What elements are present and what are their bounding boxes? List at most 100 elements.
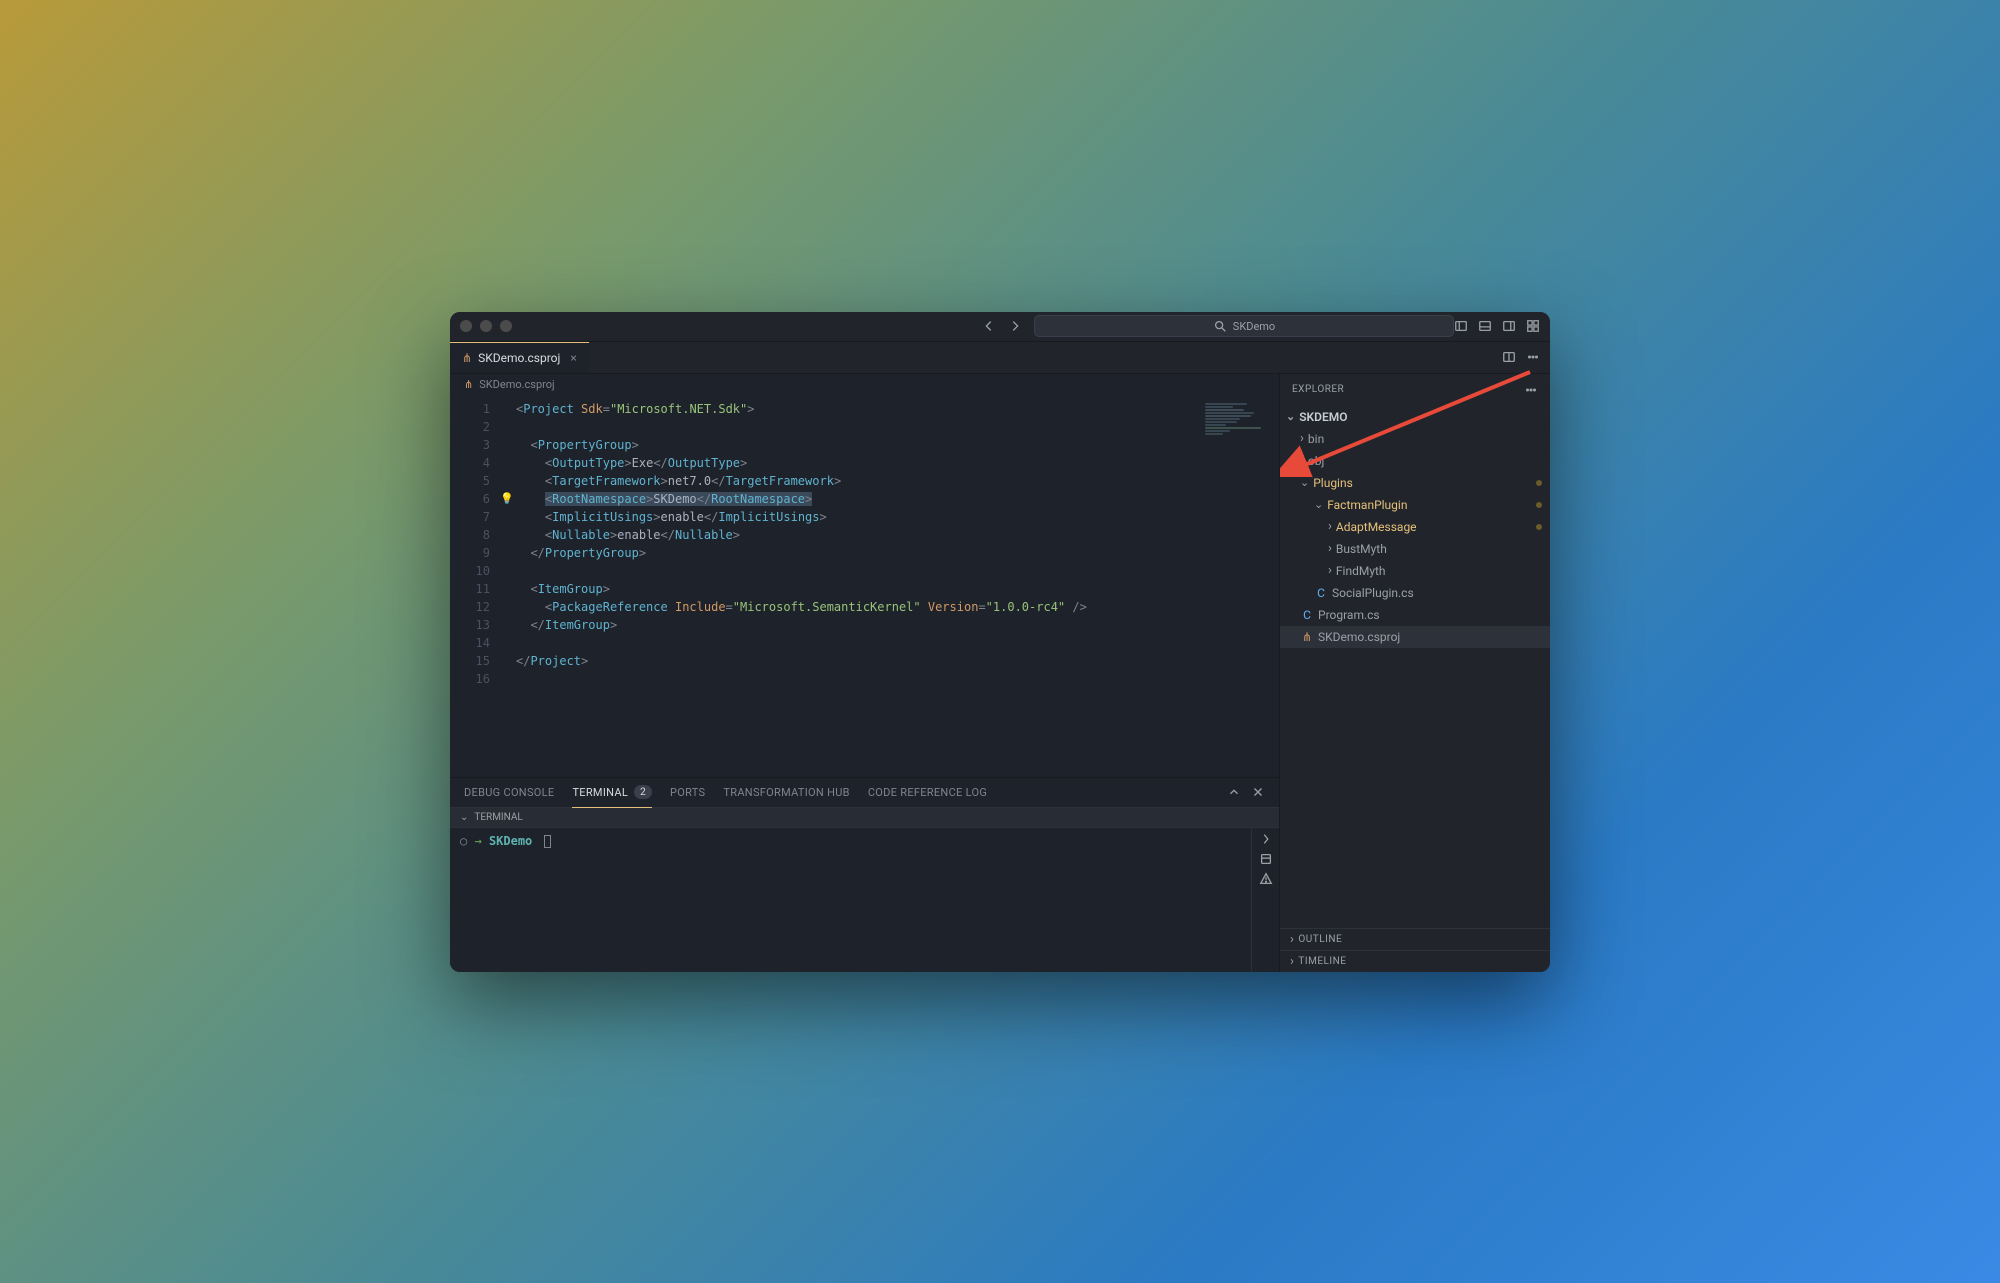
tree-item-label: obj — [1308, 454, 1324, 468]
search-icon — [1213, 319, 1227, 333]
chevron-right-icon — [1328, 519, 1332, 534]
layout-sidebar-left-icon[interactable] — [1454, 319, 1468, 333]
search-placeholder: SKDemo — [1233, 320, 1275, 333]
panel-tab-terminal[interactable]: TERMINAL 2 — [572, 778, 652, 807]
rss-file-icon: ⋔ — [462, 351, 472, 365]
layout-customize-icon[interactable] — [1526, 319, 1540, 333]
lightbulb-icon[interactable]: 💡 — [500, 490, 514, 508]
terminal-text[interactable]: ○ → SKDemo — [450, 828, 1251, 972]
csharp-file-icon: C — [1300, 608, 1314, 622]
nav-forward-icon[interactable] — [1008, 319, 1022, 333]
outline-label: OUTLINE — [1298, 934, 1342, 945]
command-center[interactable]: SKDemo — [1034, 315, 1454, 337]
chevron-down-icon — [1300, 476, 1309, 489]
chevron-right-icon — [1300, 453, 1304, 468]
titlebar: SKDemo — [450, 312, 1550, 342]
explorer-more-icon[interactable] — [1524, 383, 1538, 397]
titlebar-actions — [1454, 319, 1540, 333]
root-label: SKDEMO — [1299, 410, 1347, 424]
tree-item-label: BustMyth — [1336, 542, 1387, 556]
terminal-warning-icon[interactable] — [1259, 872, 1273, 886]
terminal-cwd: SKDemo — [489, 834, 532, 848]
explorer-title: EXPLORER — [1280, 374, 1550, 406]
terminal-scroll-icon[interactable] — [1259, 832, 1273, 846]
chevron-down-icon — [1286, 410, 1295, 423]
explorer-sidebar: EXPLORER SKDEMO bin obj Plugins FactmanPlug… — [1280, 374, 1550, 972]
rss-file-icon: ⋔ — [464, 378, 473, 391]
timeline-section[interactable]: TIMELINE — [1280, 950, 1550, 972]
panel-maximize-icon[interactable] — [1227, 785, 1241, 799]
code-content[interactable]: <Project Sdk="Microsoft.NET.Sdk"> <Prope… — [516, 396, 1279, 777]
tree-folder-findmyth[interactable]: FindMyth — [1280, 560, 1550, 582]
panel-tab-transformation-hub[interactable]: TRANSFORMATION HUB — [723, 778, 849, 807]
panel-tabstrip: DEBUG CONSOLE TERMINAL 2 PORTS TRANSFORM… — [450, 778, 1279, 808]
explorer-title-label: EXPLORER — [1292, 384, 1344, 395]
tree-item-label: FactmanPlugin — [1327, 498, 1407, 512]
tree-folder-obj[interactable]: obj — [1280, 450, 1550, 472]
bottom-panel: DEBUG CONSOLE TERMINAL 2 PORTS TRANSFORM… — [450, 777, 1279, 972]
tree-item-label: FindMyth — [1336, 564, 1386, 578]
window-controls — [460, 320, 512, 332]
tree-item-label: AdaptMessage — [1336, 520, 1417, 534]
nav-back-icon[interactable] — [982, 319, 996, 333]
outline-section[interactable]: OUTLINE — [1280, 928, 1550, 950]
modified-dot-icon — [1536, 524, 1542, 530]
tree-item-label: bin — [1308, 432, 1324, 446]
layout-sidebar-right-icon[interactable] — [1502, 319, 1516, 333]
tree-folder-bustmyth[interactable]: BustMyth — [1280, 538, 1550, 560]
editor-actions — [1492, 342, 1550, 373]
modified-dot-icon — [1536, 480, 1542, 486]
panel-close-icon[interactable] — [1251, 785, 1265, 799]
minimize-window-button[interactable] — [480, 320, 492, 332]
panel-tab-ports[interactable]: PORTS — [670, 778, 705, 807]
file-tree: bin obj Plugins FactmanPlugin AdaptMessage Bu… — [1280, 428, 1550, 928]
panel-tab-debug-console[interactable]: DEBUG CONSOLE — [464, 778, 554, 807]
zoom-window-button[interactable] — [500, 320, 512, 332]
chevron-right-icon — [1328, 541, 1332, 556]
chevron-right-icon — [1300, 431, 1304, 446]
minimap[interactable] — [1205, 402, 1275, 442]
tree-item-label: Plugins — [1313, 476, 1353, 490]
glyph-margin: 💡 — [498, 396, 516, 777]
tree-item-label: SocialPlugin.cs — [1332, 586, 1414, 600]
rss-file-icon: ⋔ — [1300, 630, 1314, 644]
tree-file-skdemo-csproj[interactable]: ⋔ SKDemo.csproj — [1280, 626, 1550, 648]
tree-folder-adaptmessage[interactable]: AdaptMessage — [1280, 516, 1550, 538]
tree-file-socialplugin-cs[interactable]: C SocialPlugin.cs — [1280, 582, 1550, 604]
close-window-button[interactable] — [460, 320, 472, 332]
workbench-body: ⋔ SKDemo.csproj 12345678910111213141516 … — [450, 374, 1550, 972]
more-actions-icon[interactable] — [1526, 350, 1540, 364]
tree-folder-bin[interactable]: bin — [1280, 428, 1550, 450]
line-number-gutter: 12345678910111213141516 — [450, 396, 498, 777]
explorer-root[interactable]: SKDEMO — [1280, 406, 1550, 428]
editor-column: ⋔ SKDemo.csproj 12345678910111213141516 … — [450, 374, 1280, 972]
tree-item-label: SKDemo.csproj — [1318, 630, 1400, 644]
tree-folder-factmanplugin[interactable]: FactmanPlugin — [1280, 494, 1550, 516]
tab-label: SKDemo.csproj — [478, 351, 560, 365]
terminal-list-icon[interactable] — [1259, 852, 1273, 866]
editor-tab-skdemo-csproj[interactable]: ⋔ SKDemo.csproj × — [450, 342, 589, 373]
panel-tab-code-reference-log[interactable]: CODE REFERENCE LOG — [868, 778, 987, 807]
terminal-cursor — [544, 835, 551, 848]
modified-dot-icon — [1536, 502, 1542, 508]
close-tab-icon[interactable]: × — [570, 351, 576, 365]
chevron-right-icon — [1328, 563, 1332, 578]
tree-item-label: Program.cs — [1318, 608, 1380, 622]
chevron-down-icon — [1314, 498, 1323, 511]
csharp-file-icon: C — [1314, 586, 1328, 600]
timeline-label: TIMELINE — [1298, 956, 1346, 967]
terminal-side-actions — [1251, 828, 1279, 972]
tree-file-program-cs[interactable]: C Program.cs — [1280, 604, 1550, 626]
editor-area[interactable]: 12345678910111213141516 💡 <Project Sdk="… — [450, 396, 1279, 777]
terminal-group-header[interactable]: ⌄ TERMINAL — [450, 808, 1279, 828]
panel-tab-label: TERMINAL — [572, 786, 628, 799]
layout-panel-icon[interactable] — [1478, 319, 1492, 333]
terminal-body: ○ → SKDemo — [450, 828, 1279, 972]
vscode-window: SKDemo ⋔ SKDemo.csproj × ⋔ SKDemo.csproj — [450, 312, 1550, 972]
tree-folder-plugins[interactable]: Plugins — [1280, 472, 1550, 494]
breadcrumb[interactable]: ⋔ SKDemo.csproj — [450, 374, 1279, 396]
chevron-right-icon — [1290, 954, 1294, 969]
split-editor-icon[interactable] — [1502, 350, 1516, 364]
terminal-count-badge: 2 — [634, 785, 652, 799]
editor-tabstrip: ⋔ SKDemo.csproj × — [450, 342, 1550, 374]
